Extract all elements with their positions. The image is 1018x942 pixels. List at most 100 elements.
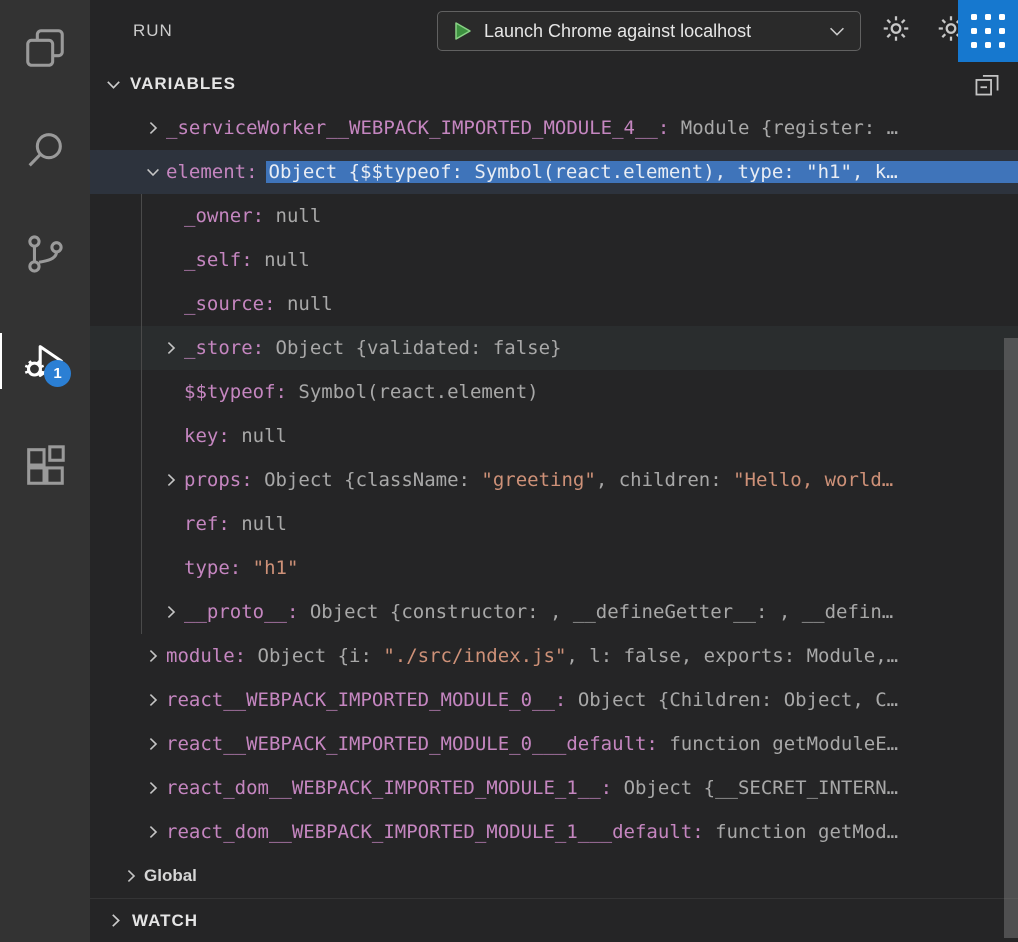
chevron-right-icon[interactable] <box>140 735 166 753</box>
variable-row-module[interactable]: module: Object {i: "./src/index.js", l: … <box>90 634 1018 678</box>
value-text-part: Object {Children: Object, C… <box>566 689 898 711</box>
variable-row-content: _self: null <box>184 249 1018 271</box>
chevron-right-icon[interactable] <box>118 867 144 885</box>
variable-row-global[interactable]: Global <box>90 854 1018 898</box>
variable-value: function getModuleE… <box>658 733 898 755</box>
chevron-right-icon[interactable] <box>158 603 184 621</box>
variable-row-self[interactable]: _self: null <box>90 238 1018 282</box>
variable-row-react-dom-1[interactable]: react_dom__WEBPACK_IMPORTED_MODULE_1__: … <box>90 766 1018 810</box>
variable-value: function getMod… <box>704 821 898 843</box>
variable-row-react-0[interactable]: react__WEBPACK_IMPORTED_MODULE_0__: Obje… <box>90 678 1018 722</box>
chevron-right-icon[interactable] <box>140 119 166 137</box>
debug-config-label: Launch Chrome against localhost <box>484 21 751 42</box>
variable-value: Object {i: "./src/index.js", l: false, e… <box>246 645 898 667</box>
watch-section-header[interactable]: WATCH <box>90 898 1018 942</box>
variable-name: _source: <box>184 293 276 315</box>
variable-row-props[interactable]: props: Object {className: "greeting", ch… <box>90 458 1018 502</box>
activity-bar: 1 <box>0 0 90 942</box>
debug-count-badge: 1 <box>44 360 71 387</box>
variable-value: Symbol(react.element) <box>287 381 539 403</box>
search-icon <box>22 128 68 174</box>
value-text-part: function getMod… <box>704 821 898 843</box>
collapse-all-icon[interactable] <box>974 71 1000 97</box>
debug-toolbar: RUN Launch Chrome against localhost <box>90 0 1018 62</box>
grid-dots-button[interactable] <box>958 0 1018 62</box>
variable-value: null <box>276 293 333 315</box>
value-text-part: Module {register: … <box>669 117 898 139</box>
variable-value: Module {register: … <box>669 117 898 139</box>
value-text-part: Object {validated: false} <box>264 337 561 359</box>
run-debug-panel: RUN Launch Chrome against localhost <box>90 0 1018 942</box>
variable-row-react-0-default[interactable]: react__WEBPACK_IMPORTED_MODULE_0___defau… <box>90 722 1018 766</box>
vscode-window: 1 RUN La <box>0 0 1018 942</box>
variables-section-header[interactable]: VARIABLES <box>90 62 1018 106</box>
active-view-indicator <box>0 333 2 389</box>
extensions-icon <box>22 443 68 489</box>
variable-name: element: <box>166 161 258 183</box>
chevron-right-icon[interactable] <box>158 339 184 357</box>
chevron-down-icon[interactable] <box>140 163 166 181</box>
value-text-part: Object {$$typeof: Symbol(react.element),… <box>269 161 898 183</box>
variable-row-content: __proto__: Object {constructor: , __defi… <box>184 601 1018 623</box>
variable-name: react__WEBPACK_IMPORTED_MODULE_0__: <box>166 689 566 711</box>
variable-row-content: react__WEBPACK_IMPORTED_MODULE_0___defau… <box>166 733 1018 755</box>
sidebar-item-source-control[interactable] <box>0 208 90 300</box>
chevron-right-icon[interactable] <box>140 647 166 665</box>
chevron-right-icon[interactable] <box>158 471 184 489</box>
chevron-right-icon[interactable] <box>140 779 166 797</box>
chevron-right-icon[interactable] <box>140 691 166 709</box>
variable-value: Object {__SECRET_INTERN… <box>612 777 898 799</box>
variable-value: Object {constructor: , __defineGetter__:… <box>298 601 893 623</box>
start-debug-icon[interactable] <box>450 19 474 43</box>
grid-dots-icon <box>971 14 1005 48</box>
variable-name: _owner: <box>184 205 264 227</box>
variable-row-owner[interactable]: _owner: null <box>90 194 1018 238</box>
variable-row-serviceworker[interactable]: _serviceWorker__WEBPACK_IMPORTED_MODULE_… <box>90 106 1018 150</box>
variable-row-proto[interactable]: __proto__: Object {constructor: , __defi… <box>90 590 1018 634</box>
variable-row-content: Global <box>144 866 1018 886</box>
variable-row-key[interactable]: key: null <box>90 414 1018 458</box>
value-text-part: Object {__SECRET_INTERN… <box>612 777 898 799</box>
value-string-part: "Hello, world… <box>733 469 893 491</box>
gear-icon[interactable] <box>880 13 912 50</box>
variable-name: react_dom__WEBPACK_IMPORTED_MODULE_1__: <box>166 777 612 799</box>
variable-name: props: <box>184 469 253 491</box>
variable-name: key: <box>184 425 230 447</box>
variable-row-content: react_dom__WEBPACK_IMPORTED_MODULE_1__: … <box>166 777 1018 799</box>
variable-value: null <box>230 425 287 447</box>
variable-name: _store: <box>184 337 264 359</box>
variable-row-content: element: Object {$$typeof: Symbol(react.e… <box>166 161 1018 183</box>
debug-config-dropdown[interactable]: Launch Chrome against localhost <box>437 11 861 51</box>
panel-title: RUN <box>133 21 173 41</box>
sidebar-item-explorer[interactable] <box>0 2 90 94</box>
value-text-part: Object {constructor: , __defineGetter__:… <box>298 601 893 623</box>
variable-row-element[interactable]: element: Object {$$typeof: Symbol(react.e… <box>90 150 1018 194</box>
value-string-part: "./src/index.js" <box>383 645 566 667</box>
value-text-part: function getModuleE… <box>658 733 898 755</box>
files-icon <box>22 25 68 71</box>
variable-value: Object {validated: false} <box>264 337 561 359</box>
variable-name: Global <box>144 866 197 886</box>
variable-row-content: type: "h1" <box>184 557 1018 579</box>
variable-row-content: props: Object {className: "greeting", ch… <box>184 469 1018 491</box>
value-text-part: null <box>230 513 287 535</box>
sidebar-item-search[interactable] <box>0 105 90 197</box>
variable-row-store[interactable]: _store: Object {validated: false} <box>90 326 1018 370</box>
variable-row-content: module: Object {i: "./src/index.js", l: … <box>166 645 1018 667</box>
source-control-icon <box>22 231 68 277</box>
variable-row-ref[interactable]: ref: null <box>90 502 1018 546</box>
variable-row-react-dom-1-default[interactable]: react_dom__WEBPACK_IMPORTED_MODULE_1___d… <box>90 810 1018 854</box>
variable-row-typeof[interactable]: $$typeof: Symbol(react.element) <box>90 370 1018 414</box>
scrollbar-thumb[interactable] <box>1004 338 1018 938</box>
variables-tree: _serviceWorker__WEBPACK_IMPORTED_MODULE_… <box>90 106 1018 898</box>
sidebar-item-run-and-debug[interactable]: 1 <box>0 315 90 407</box>
variable-name: _serviceWorker__WEBPACK_IMPORTED_MODULE_… <box>166 117 669 139</box>
variable-name: module: <box>166 645 246 667</box>
chevron-right-icon[interactable] <box>140 823 166 841</box>
sidebar-item-extensions[interactable] <box>0 420 90 512</box>
variable-row-type[interactable]: type: "h1" <box>90 546 1018 590</box>
variable-row-content: key: null <box>184 425 1018 447</box>
variable-row-source[interactable]: _source: null <box>90 282 1018 326</box>
value-string-part: "greeting" <box>481 469 595 491</box>
variable-row-content: $$typeof: Symbol(react.element) <box>184 381 1018 403</box>
